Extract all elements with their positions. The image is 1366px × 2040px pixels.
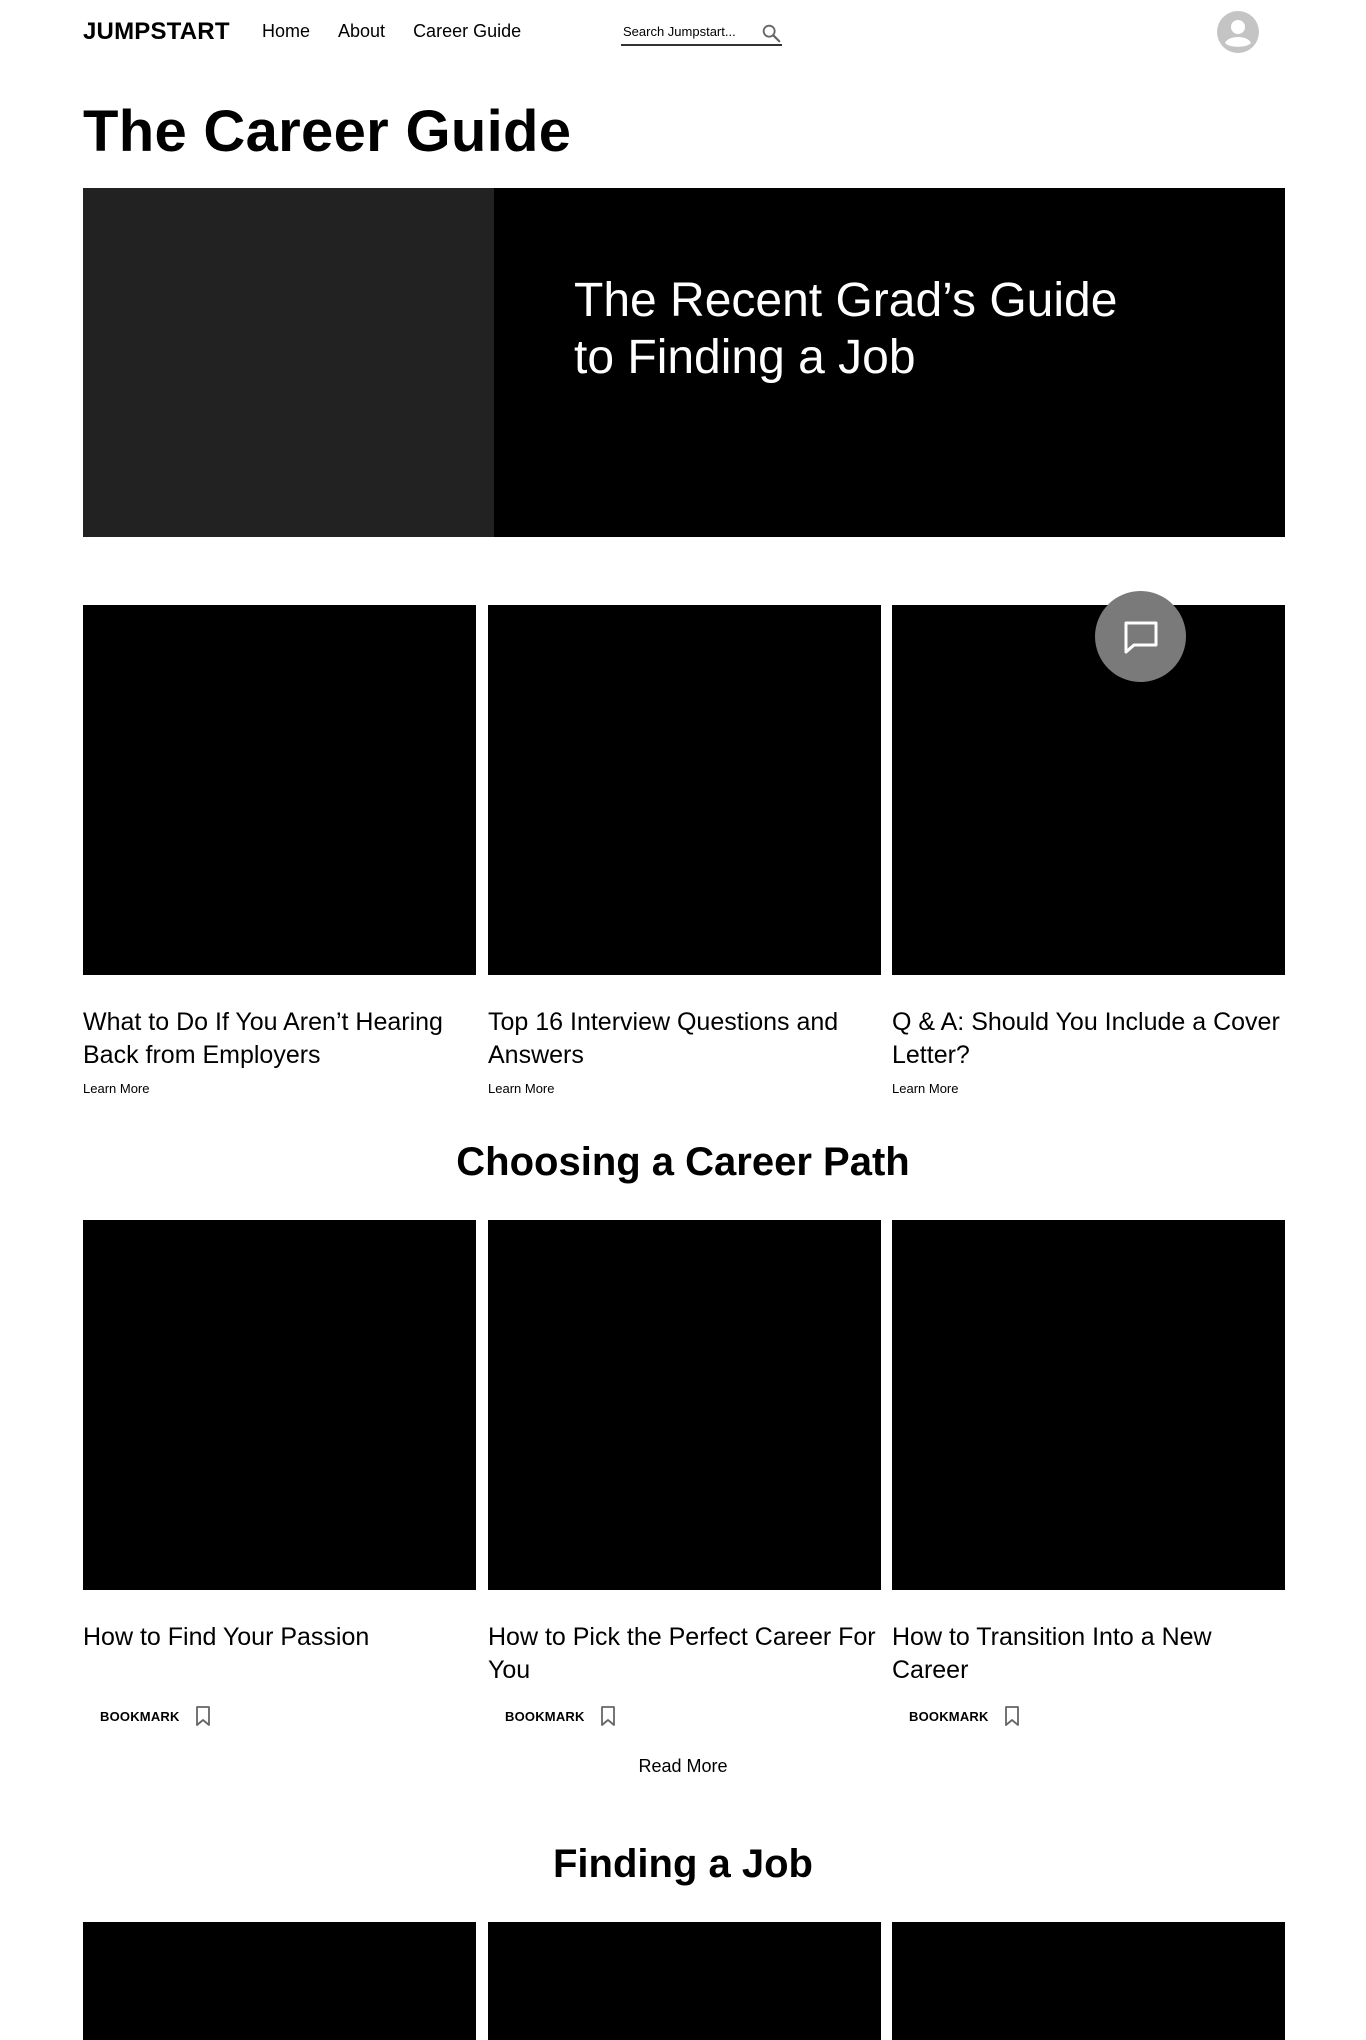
hero-title: The Recent Grad’s Guide to Finding a Job — [574, 274, 1118, 384]
finding-job-card — [83, 1922, 476, 2040]
card-title: How to Pick the Perfect Career For You — [488, 1623, 876, 1684]
card-title: How to Find Your Passion — [83, 1623, 370, 1651]
section-heading-career-path: Choosing a Career Path — [456, 1140, 910, 1184]
card-image[interactable] — [488, 1220, 881, 1590]
nav-home[interactable]: Home — [262, 21, 310, 42]
nav-about[interactable]: About — [338, 21, 385, 42]
chat-icon — [1124, 621, 1157, 653]
learn-more-link[interactable]: Learn More — [488, 1081, 881, 1096]
card-image[interactable] — [488, 605, 881, 975]
bookmark-icon — [195, 1706, 210, 1726]
card-image[interactable] — [892, 605, 1285, 975]
bookmark-icon — [600, 1706, 615, 1726]
bookmark-button[interactable]: BOOKMARK — [100, 1705, 212, 1727]
hero-banner[interactable]: The Recent Grad’s Guide to Finding a Job — [83, 188, 1285, 537]
card-image[interactable] — [892, 1220, 1285, 1590]
nav-career-guide[interactable]: Career Guide — [413, 21, 521, 42]
card-title: What to Do If You Aren’t Hearing Back fr… — [83, 1008, 443, 1069]
main-nav: Home About Career Guide — [262, 21, 521, 42]
page-title: The Career Guide — [83, 99, 572, 164]
card-image[interactable] — [83, 605, 476, 975]
card-image[interactable] — [83, 1220, 476, 1590]
featured-card: Q & A: Should You Include a Cover Letter… — [892, 605, 1285, 1096]
bookmark-icon — [1004, 1706, 1019, 1726]
bookmark-button[interactable]: BOOKMARK — [505, 1705, 617, 1727]
card-title: How to Transition Into a New Career — [892, 1623, 1212, 1684]
search-icon[interactable] — [760, 22, 782, 44]
chat-button[interactable] — [1095, 591, 1186, 682]
featured-card: What to Do If You Aren’t Hearing Back fr… — [83, 605, 476, 1096]
career-path-card: How to Pick the Perfect Career For You — [488, 1220, 881, 1687]
section-heading-finding-job: Finding a Job — [553, 1842, 813, 1886]
career-path-card: How to Transition Into a New Career — [892, 1220, 1285, 1687]
read-more-link[interactable]: Read More — [0, 1756, 1366, 1777]
card-image[interactable] — [83, 1922, 476, 2040]
career-path-card: How to Find Your Passion — [83, 1220, 476, 1654]
learn-more-link[interactable]: Learn More — [892, 1081, 1285, 1096]
bookmark-label: BOOKMARK — [505, 1708, 585, 1724]
bookmark-button[interactable]: BOOKMARK — [909, 1705, 1021, 1727]
bookmark-label: BOOKMARK — [100, 1708, 180, 1724]
site-header: JUMPSTART Home About Career Guide — [0, 0, 1366, 64]
search-bar — [621, 18, 782, 46]
site-logo[interactable]: JUMPSTART — [83, 18, 230, 46]
user-avatar-icon[interactable] — [1217, 11, 1259, 53]
learn-more-link[interactable]: Learn More — [83, 1081, 476, 1096]
featured-card: Top 16 Interview Questions and Answers L… — [488, 605, 881, 1096]
card-image[interactable] — [488, 1922, 881, 2040]
card-image[interactable] — [892, 1922, 1285, 2040]
card-title: Q & A: Should You Include a Cover Letter… — [892, 1008, 1280, 1069]
hero-image — [83, 188, 494, 537]
finding-job-card — [488, 1922, 881, 2040]
search-input[interactable] — [621, 18, 751, 44]
finding-job-card — [892, 1922, 1285, 2040]
bookmark-label: BOOKMARK — [909, 1708, 989, 1724]
card-title: Top 16 Interview Questions and Answers — [488, 1008, 839, 1069]
